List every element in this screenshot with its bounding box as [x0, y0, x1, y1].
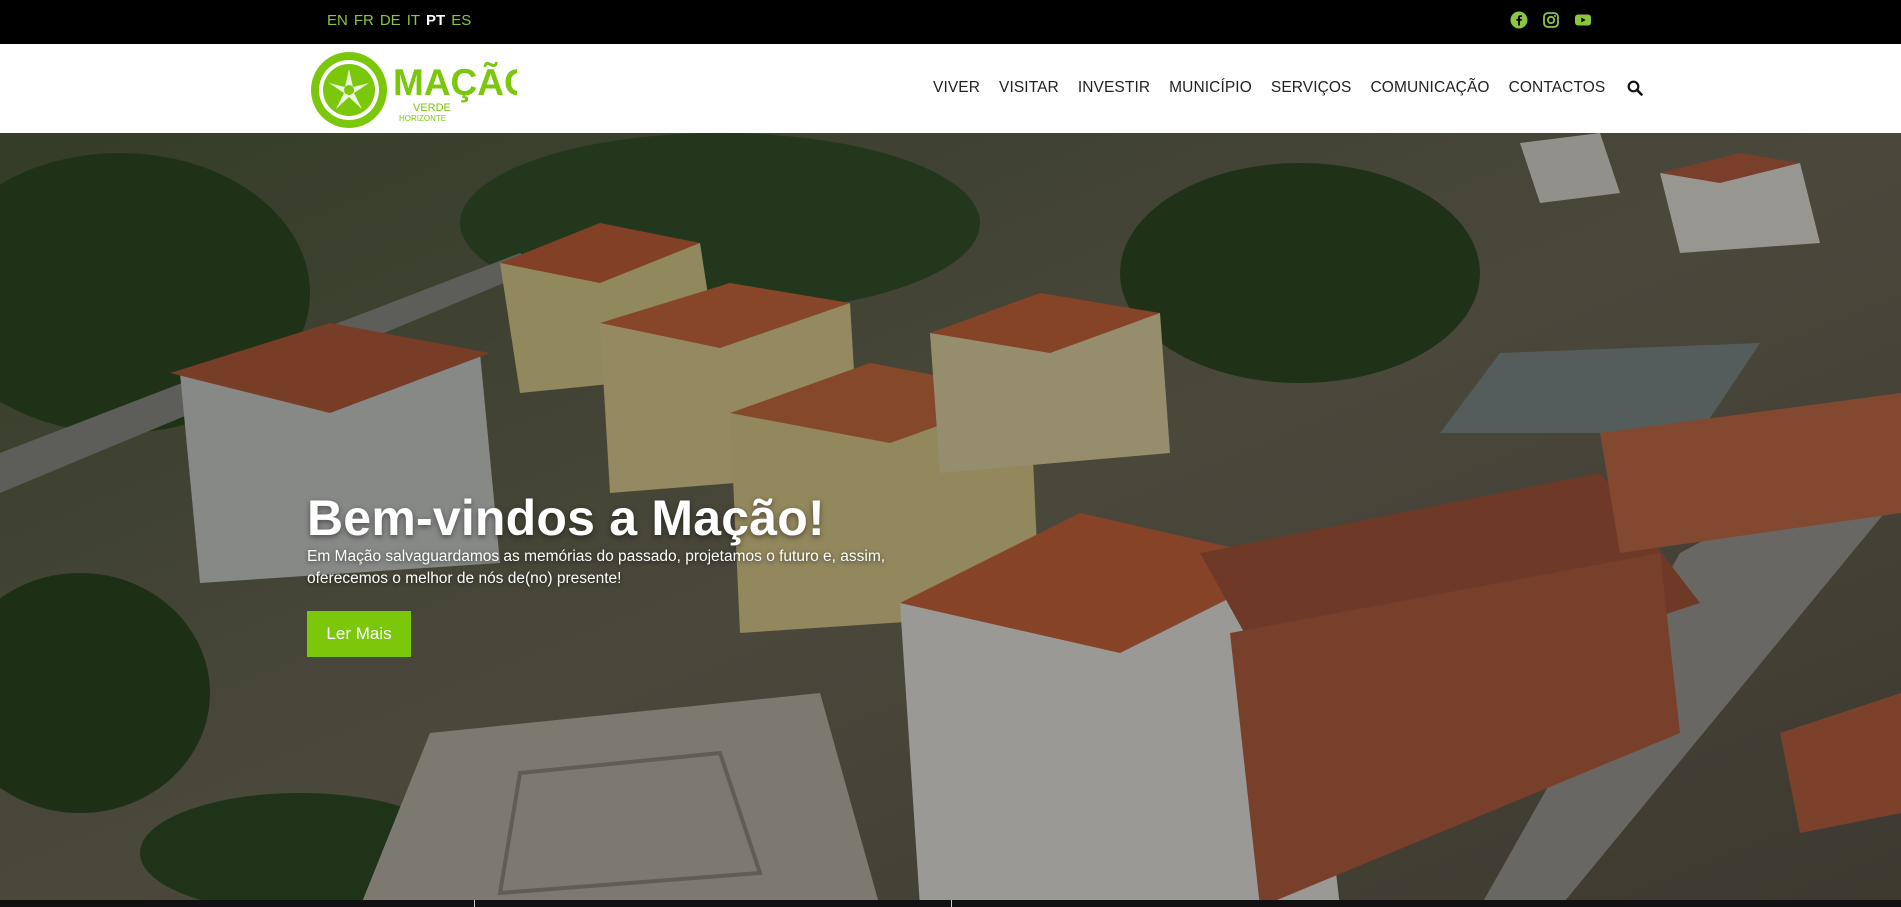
hero-description: Em Mação salvaguardamos as memórias do p… [307, 548, 886, 587]
facebook-icon[interactable] [1510, 11, 1528, 29]
youtube-icon[interactable] [1574, 11, 1592, 29]
hero-banner: Bem-vindos a Mação! Em Mação salvaguarda… [0, 133, 1901, 907]
language-switcher: EN FR DE IT PT ES [327, 12, 471, 29]
hero-overlay [0, 133, 1901, 907]
strip-divider [951, 900, 952, 907]
main-nav: VIVER VISITAR INVESTIR MUNICÍPIO SERVIÇO… [933, 79, 1644, 97]
nav-visitar[interactable]: VISITAR [999, 79, 1059, 97]
lang-en[interactable]: EN [327, 12, 348, 29]
lang-es[interactable]: ES [451, 12, 471, 29]
nav-comunicacao[interactable]: COMUNICAÇÃO [1371, 79, 1490, 97]
lang-pt[interactable]: PT [426, 12, 445, 29]
top-bar: EN FR DE IT PT ES [0, 0, 1901, 44]
site-logo[interactable]: MAÇÃO VERDE HORIZONTE [307, 49, 517, 131]
nav-viver[interactable]: VIVER [933, 79, 980, 97]
hero-title: Bem-vindos a Mação! [307, 490, 825, 546]
site-header: MAÇÃO VERDE HORIZONTE VIVER VISITAR INVE… [0, 44, 1901, 133]
social-links [1510, 11, 1592, 29]
logo-tagline-1: VERDE [413, 102, 451, 114]
lang-fr[interactable]: FR [354, 12, 374, 29]
instagram-icon[interactable] [1542, 11, 1560, 29]
nav-investir[interactable]: INVESTIR [1078, 79, 1150, 97]
search-icon[interactable] [1627, 80, 1644, 96]
nav-contactos[interactable]: CONTACTOS [1509, 79, 1606, 97]
strip-divider [474, 900, 475, 907]
read-more-button[interactable]: Ler Mais [307, 611, 411, 657]
lang-it[interactable]: IT [407, 12, 420, 29]
logo-tagline-2: HORIZONTE [399, 114, 446, 123]
nav-municipio[interactable]: MUNICÍPIO [1169, 79, 1252, 97]
nav-servicos[interactable]: SERVIÇOS [1271, 79, 1352, 97]
logo-emblem [311, 52, 387, 128]
logo-wordmark: MAÇÃO [393, 61, 517, 103]
lang-de[interactable]: DE [380, 12, 401, 29]
